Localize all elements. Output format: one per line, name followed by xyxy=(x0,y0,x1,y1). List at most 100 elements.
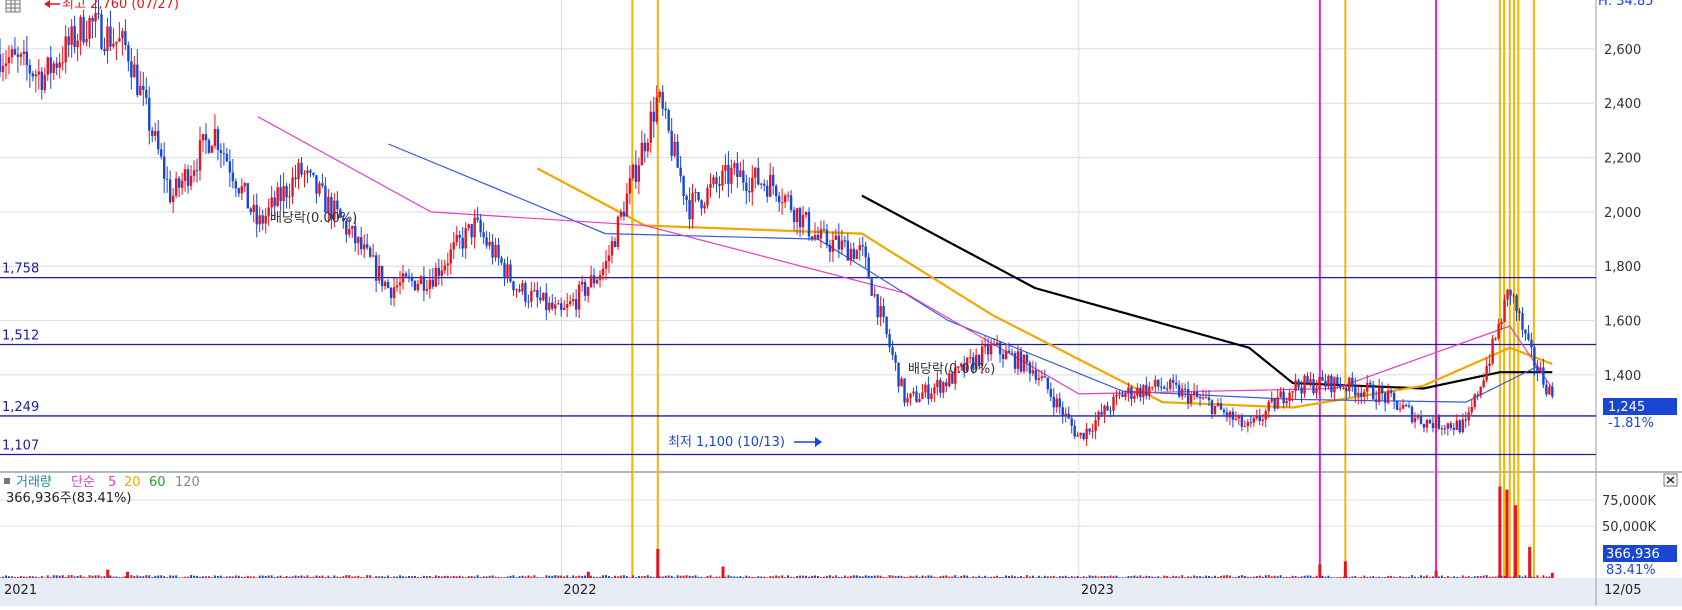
candle-body xyxy=(386,281,390,288)
candle-body xyxy=(867,257,870,279)
volume-bar xyxy=(996,575,999,578)
candle-body xyxy=(524,283,527,302)
candle-body xyxy=(1189,394,1193,404)
candle-body xyxy=(1166,388,1169,390)
candle-body xyxy=(601,268,605,276)
volume-bar xyxy=(849,575,852,578)
volume-bar xyxy=(1130,576,1133,578)
candle-body xyxy=(1079,432,1082,436)
candle-body xyxy=(58,62,61,68)
volume-bar xyxy=(972,576,975,578)
close-icon[interactable] xyxy=(1663,473,1678,487)
volume-bar xyxy=(327,575,330,578)
candle-body xyxy=(822,229,826,231)
candle-body xyxy=(586,287,590,296)
volume-bar xyxy=(124,576,127,578)
candle-body xyxy=(398,282,402,286)
volume-bar xyxy=(870,576,873,578)
volume-bar xyxy=(524,576,527,578)
candle-body xyxy=(133,64,136,78)
volume-bar xyxy=(1297,576,1300,578)
volume-bar xyxy=(1360,576,1363,578)
volume-bar xyxy=(285,575,288,578)
x-axis-bar xyxy=(0,578,1682,606)
volume-bar xyxy=(1163,575,1166,578)
candle-body xyxy=(204,134,208,141)
candle-body xyxy=(804,212,808,216)
candle-body xyxy=(43,74,46,91)
volume-bar xyxy=(506,576,509,578)
candle-body xyxy=(225,154,229,162)
stock-chart-window: 1,758 1,512 1,249 1,107 1,400 1,600 1,800 2,00… xyxy=(0,0,1682,606)
volume-bar xyxy=(1300,576,1303,578)
volume-bar xyxy=(55,575,58,578)
candle-body xyxy=(1249,422,1253,424)
candle-body xyxy=(1145,385,1148,396)
candle-body xyxy=(395,285,399,288)
candle-body xyxy=(118,38,121,42)
volume-bar xyxy=(273,576,276,578)
volume-bar xyxy=(906,576,909,578)
candle-body xyxy=(1369,382,1372,385)
volume-bar xyxy=(267,575,270,578)
price-panel[interactable] xyxy=(0,0,1596,470)
volume-bar xyxy=(10,576,13,578)
volume-bar xyxy=(1539,577,1542,578)
candle-body xyxy=(894,355,897,363)
volume-bar xyxy=(790,576,793,578)
volume-bar xyxy=(975,576,978,578)
candle-body xyxy=(676,141,679,168)
candle-body xyxy=(503,262,506,279)
volume-bar xyxy=(954,575,957,578)
candle-body xyxy=(658,91,661,98)
volume-bar xyxy=(40,576,43,578)
volume-bar xyxy=(1181,575,1184,578)
volume-bar xyxy=(855,575,858,578)
candle-body xyxy=(891,347,894,356)
candle-body xyxy=(631,164,635,179)
volume-bar xyxy=(691,575,694,578)
candle-body xyxy=(336,200,339,210)
volume-bar xyxy=(915,575,918,578)
current-volume-pct: 83.41% xyxy=(1606,563,1656,578)
candle-body xyxy=(1186,388,1190,404)
candle-body xyxy=(237,188,241,194)
volume-bar xyxy=(22,576,25,578)
candle-body xyxy=(479,219,482,233)
volume-bar xyxy=(667,575,670,578)
candle-body xyxy=(1324,380,1327,387)
volume-bar xyxy=(1327,575,1330,578)
candle-body xyxy=(252,204,255,213)
candle-body xyxy=(73,26,76,48)
support-level-label: 1,512 xyxy=(2,328,39,343)
volume-bar xyxy=(428,575,431,578)
candle-body xyxy=(1312,379,1315,394)
square-bullet-icon xyxy=(4,478,10,484)
candle-body xyxy=(1449,423,1453,428)
candle-body xyxy=(652,111,655,122)
candle-body xyxy=(1539,367,1542,372)
candle-body xyxy=(246,183,249,209)
volume-bar xyxy=(1476,576,1479,578)
volume-bar xyxy=(1124,577,1127,578)
candle-body xyxy=(619,211,623,217)
candle-body xyxy=(1336,377,1339,385)
x-axis-label: 2021 xyxy=(4,583,37,598)
volume-bar xyxy=(82,576,85,578)
volume-bar xyxy=(664,575,667,578)
volume-bar xyxy=(936,577,939,578)
volume-bar xyxy=(219,575,222,578)
volume-bar xyxy=(754,576,757,578)
candle-body xyxy=(798,208,802,228)
candle-body xyxy=(1488,363,1491,367)
candle-body xyxy=(763,183,766,186)
candle-body xyxy=(1222,409,1226,413)
candle-body xyxy=(303,173,306,175)
volume-bar xyxy=(1121,577,1124,578)
candle-body xyxy=(1010,352,1014,354)
support-level-label: 1,249 xyxy=(2,400,39,415)
grid-menu-icon[interactable] xyxy=(5,0,21,13)
candle-body xyxy=(1416,415,1420,418)
candle-body xyxy=(1476,394,1479,396)
volume-bar xyxy=(1010,575,1013,578)
